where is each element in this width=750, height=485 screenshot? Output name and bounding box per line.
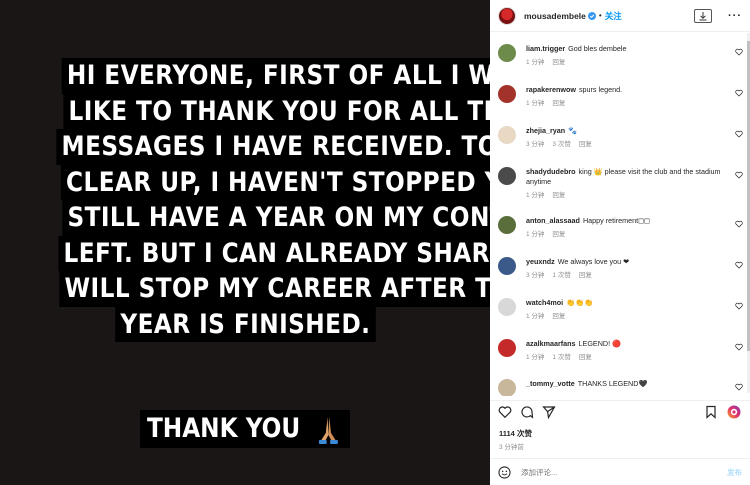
comment-item: liam.trigger God bles dembele 1 分钟 回复 <box>498 44 743 68</box>
likes-count[interactable]: 1114 次赞 <box>499 428 532 439</box>
separator-dot: • <box>598 11 602 20</box>
comment-item: shadydudebro king 👑 please visit the club… <box>498 167 743 201</box>
comment-icon[interactable] <box>520 405 534 419</box>
comment-text: We always love you ❤ <box>557 257 630 266</box>
avatar[interactable] <box>498 6 516 25</box>
like-comment-heart-icon[interactable] <box>735 343 743 351</box>
reply-button[interactable]: 回复 <box>579 141 592 148</box>
follow-button[interactable]: 关注 <box>605 10 622 22</box>
comment-text: 🐾 <box>568 126 578 135</box>
like-comment-heart-icon[interactable] <box>735 302 743 310</box>
comment-text: LEGEND! 🔴 <box>578 339 622 348</box>
commenter-avatar[interactable] <box>498 44 516 62</box>
story-line: MESSAGES I HAVE RECEIVED. TO <box>56 129 504 165</box>
post-actions-bar <box>490 400 750 422</box>
like-comment-heart-icon[interactable] <box>735 48 743 56</box>
reply-button[interactable]: 回复 <box>552 231 565 238</box>
verified-badge-icon <box>587 11 596 20</box>
commenter-avatar[interactable] <box>498 167 516 185</box>
commenter-avatar[interactable] <box>498 257 516 275</box>
comment-text: Happy retirement◻◻ <box>582 216 650 225</box>
comment-text: THANKS LEGEND🖤 <box>577 379 648 388</box>
like-comment-heart-icon[interactable] <box>735 171 743 179</box>
comment-text: 👏👏👏 <box>566 298 594 307</box>
like-comment-heart-icon[interactable] <box>735 89 743 97</box>
commenter-username[interactable]: yeuxndz <box>526 257 555 266</box>
post-side-panel: mousadembele • 关注 ··· liam.trigger God bl… <box>490 0 750 485</box>
commenter-username[interactable]: _tommy_votte <box>526 379 575 388</box>
share-icon[interactable] <box>542 405 556 419</box>
story-text-block: HI EVERYONE, FIRST OF ALL I WOULD LIKE T… <box>20 58 597 342</box>
thanks-caption: THANK YOU <box>140 410 350 448</box>
more-options-button[interactable]: ··· <box>728 10 742 22</box>
like-heart-icon[interactable] <box>498 405 512 419</box>
like-comment-heart-icon[interactable] <box>735 130 743 138</box>
story-line: YEAR IS FINISHED. <box>114 306 376 342</box>
comment-item: anton_alassaad Happy retirement◻◻ 1 分钟 回复 <box>498 216 743 240</box>
comment-likes[interactable]: 3 次赞 <box>552 141 570 148</box>
commenter-username[interactable]: liam.trigger <box>526 44 565 53</box>
comment-item: azalkmaarfans LEGEND! 🔴 1 分钟 1 次赞 回复 <box>498 339 743 363</box>
comment-list[interactable]: liam.trigger God bles dembele 1 分钟 回复 rapa… <box>490 33 750 396</box>
comment-time: 1 分钟 <box>526 59 545 66</box>
thanks-block: THANK YOU <box>0 410 490 448</box>
post-comment-button[interactable]: 发布 <box>727 467 742 478</box>
comment-input[interactable] <box>521 467 701 477</box>
commenter-username[interactable]: azalkmaarfans <box>526 339 576 348</box>
comment-time: 1 分钟 <box>526 313 545 320</box>
comment-text: spurs legend. <box>578 85 623 94</box>
post-media[interactable]: HI EVERYONE, FIRST OF ALL I WOULD LIKE T… <box>0 0 597 485</box>
post-time: 3 分钟前 <box>499 444 524 451</box>
download-icon <box>699 11 707 20</box>
bookmark-icon[interactable] <box>704 405 718 419</box>
comment-item: watch4moi 👏👏👏 1 分钟 回复 <box>498 298 743 322</box>
commenter-avatar[interactable] <box>498 379 516 396</box>
reply-button[interactable]: 回复 <box>552 100 565 107</box>
comment-time: 3 分钟 <box>526 272 545 279</box>
download-button[interactable] <box>694 8 712 23</box>
commenter-avatar[interactable] <box>498 126 516 144</box>
commenter-avatar[interactable] <box>498 298 516 316</box>
reply-button[interactable]: 回复 <box>552 59 565 66</box>
reply-button[interactable]: 回复 <box>552 192 565 199</box>
commenter-username[interactable]: watch4moi <box>526 298 563 307</box>
commenter-avatar[interactable] <box>498 216 516 234</box>
comment-likes[interactable]: 1 次赞 <box>552 354 570 361</box>
comment-time: 3 分钟 <box>526 141 545 148</box>
thanks-text: THANK YOU <box>147 413 301 444</box>
comment-item: rapakerenwow spurs legend. 1 分钟 回复 <box>498 85 743 109</box>
comment-time: 1 分钟 <box>526 100 545 107</box>
reels-badge-icon[interactable] <box>727 405 741 419</box>
story-line: CLEAR UP, I HAVEN'T STOPPED YET. I <box>60 164 563 200</box>
comment-likes[interactable]: 1 次赞 <box>552 272 570 279</box>
reply-button[interactable]: 回复 <box>579 354 592 361</box>
commenter-username[interactable]: rapakerenwow <box>526 85 576 94</box>
reply-button[interactable]: 回复 <box>579 272 592 279</box>
story-line: LEFT. BUT I CAN ALREADY SHARE I <box>58 235 529 271</box>
comment-text: God bles dembele <box>568 44 627 53</box>
commenter-username[interactable]: shadydudebro <box>526 167 576 176</box>
comment-item: _tommy_votte THANKS LEGEND🖤 <box>498 379 743 396</box>
commenter-username[interactable]: zhejia_ryan <box>526 126 565 135</box>
commenter-username[interactable]: anton_alassaad <box>526 216 580 225</box>
comment-time: 1 分钟 <box>526 231 545 238</box>
story-line: WILL STOP MY CAREER AFTER THIS <box>59 271 543 307</box>
post-header: mousadembele • 关注 ··· <box>490 0 750 32</box>
comment-item: yeuxndz We always love you ❤ 3 分钟 1 次赞 回复 <box>498 257 743 281</box>
comment-time: 1 分钟 <box>526 192 545 199</box>
like-comment-heart-icon[interactable] <box>735 383 743 391</box>
commenter-avatar[interactable] <box>498 339 516 357</box>
commenter-avatar[interactable] <box>498 85 516 103</box>
emoji-icon[interactable] <box>498 465 511 479</box>
like-comment-heart-icon[interactable] <box>735 220 743 228</box>
reply-button[interactable]: 回复 <box>552 313 565 320</box>
add-comment-bar: 发布 <box>490 458 750 485</box>
like-comment-heart-icon[interactable] <box>735 261 743 269</box>
comment-item: zhejia_ryan 🐾 3 分钟 3 次赞 回复 <box>498 126 743 150</box>
praying-hands-icon <box>318 416 338 444</box>
comment-time: 1 分钟 <box>526 354 545 361</box>
author-username[interactable]: mousadembele <box>524 11 586 21</box>
